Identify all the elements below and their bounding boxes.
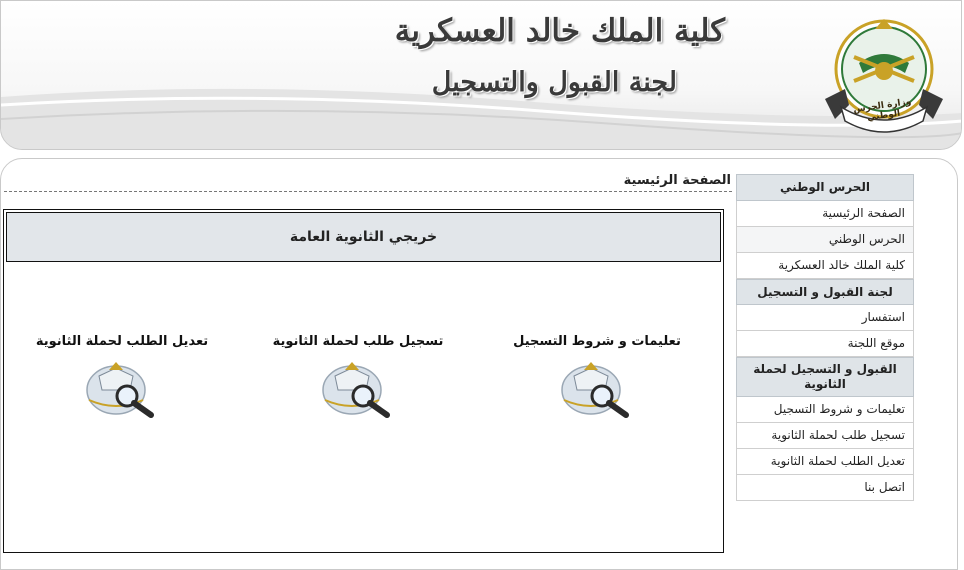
breadcrumb: الصفحة الرئيسية xyxy=(623,173,731,188)
search-document-icon[interactable] xyxy=(85,360,159,418)
sidebar-item-committee-site[interactable]: موقع اللجنة xyxy=(736,331,914,357)
link-label[interactable]: تعديل الطلب لحملة الثانوية xyxy=(12,334,232,354)
sidebar-group-admission-committee: لجنة القبول و التسجيل xyxy=(736,279,914,305)
breadcrumb-divider xyxy=(4,191,732,192)
sidebar-item-king-khalid-college[interactable]: كلية الملك خالد العسكرية xyxy=(736,253,914,279)
sidebar-item-registration-instructions[interactable]: تعليمات و شروط التسجيل xyxy=(736,397,914,423)
sidebar-group-highschool-admission: القبول و التسجيل لحملة الثانوية xyxy=(736,357,914,397)
sidebar-item-register-application[interactable]: تسجيل طلب لحملة الثانوية xyxy=(736,423,914,449)
search-document-icon[interactable] xyxy=(560,360,634,418)
link-registration-instructions[interactable]: تعليمات و شروط التسجيل xyxy=(487,334,707,418)
link-edit-application[interactable]: تعديل الطلب لحملة الثانوية xyxy=(12,334,232,418)
committee-name: لجنة القبول والتسجيل xyxy=(431,67,677,98)
link-label[interactable]: تعليمات و شروط التسجيل xyxy=(487,334,707,354)
sidebar-item-home[interactable]: الصفحة الرئيسية xyxy=(736,201,914,227)
sidebar-group-national-guard: الحرس الوطني xyxy=(736,174,914,201)
search-document-icon[interactable] xyxy=(321,360,395,418)
content-box: خريجي الثانوية العامة تعليمات و شروط الت… xyxy=(3,209,724,553)
link-label[interactable]: تسجيل طلب لحملة الثانوية xyxy=(248,334,468,354)
sidebar-item-contact-us[interactable]: اتصل بنا xyxy=(736,475,914,501)
sidebar-nav: الحرس الوطني الصفحة الرئيسية الحرس الوطن… xyxy=(736,174,914,501)
college-name: كلية الملك خالد العسكرية xyxy=(394,13,725,49)
link-register-application[interactable]: تسجيل طلب لحملة الثانوية xyxy=(248,334,468,418)
sidebar-item-inquiry[interactable]: استفسار xyxy=(736,305,914,331)
content-title: خريجي الثانوية العامة xyxy=(6,212,721,262)
page-header: كلية الملك خالد العسكرية لجنة القبول وال… xyxy=(0,0,962,150)
sidebar-item-edit-application[interactable]: تعديل الطلب لحملة الثانوية xyxy=(736,449,914,475)
sidebar-item-national-guard[interactable]: الحرس الوطني xyxy=(736,227,914,253)
